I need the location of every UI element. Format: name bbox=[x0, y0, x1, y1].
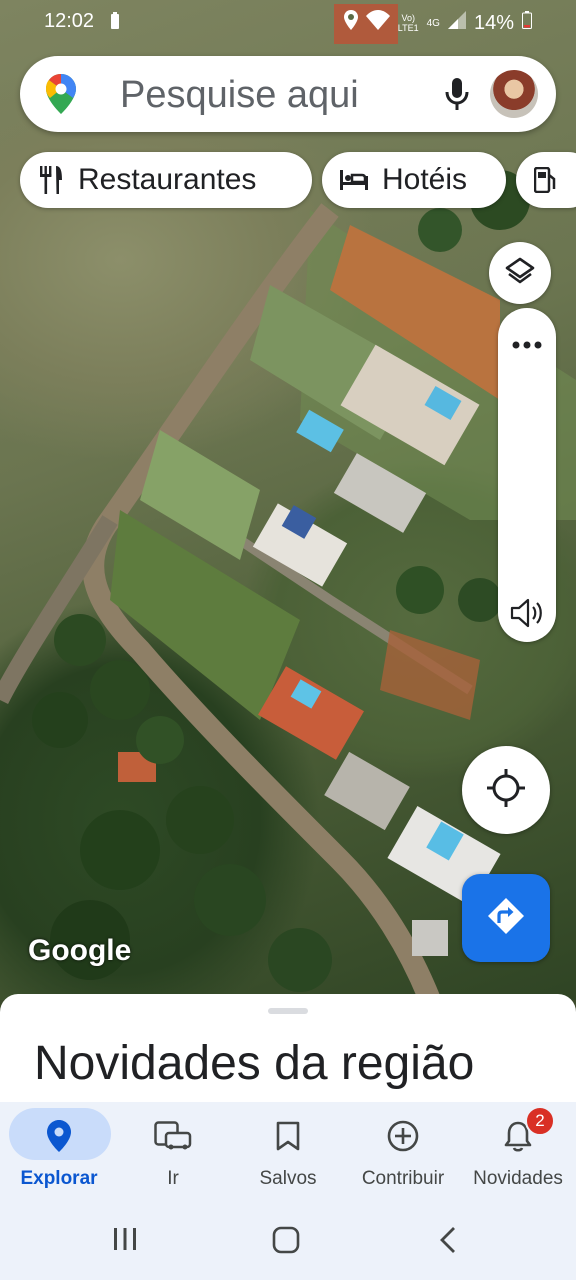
nav-contribute[interactable]: Contribuir bbox=[346, 1102, 460, 1208]
nav-go[interactable]: Ir bbox=[116, 1102, 230, 1208]
more-options-icon[interactable] bbox=[512, 324, 542, 356]
status-icons: Vo) LTE1 4G 14% bbox=[343, 10, 532, 36]
nav-label: Explorar bbox=[20, 1168, 98, 1189]
bookmark-icon bbox=[231, 1112, 345, 1160]
network-type: 4G bbox=[426, 17, 440, 29]
satellite-map[interactable] bbox=[0, 0, 576, 1000]
commute-icon bbox=[116, 1112, 230, 1160]
nav-explore[interactable]: Explorar bbox=[2, 1102, 116, 1208]
signal-icon bbox=[447, 11, 466, 35]
status-bar: 12:02 Vo) LTE1 4G 14% bbox=[0, 0, 576, 44]
hotel-icon bbox=[340, 170, 368, 190]
maps-logo-icon bbox=[46, 74, 76, 119]
bottom-navigation: Explorar Ir Salvos Contribuir 2 Novidade… bbox=[0, 1102, 576, 1208]
recent-apps-icon[interactable] bbox=[112, 1226, 138, 1257]
map-features bbox=[0, 4, 576, 1000]
layers-button[interactable] bbox=[489, 242, 551, 304]
bottom-sheet[interactable]: Novidades da região bbox=[0, 994, 576, 1104]
sheet-title: Novidades da região bbox=[34, 1037, 475, 1090]
chip-label: Hotéis bbox=[382, 163, 468, 196]
nav-saved[interactable]: Salvos bbox=[231, 1102, 345, 1208]
home-icon[interactable] bbox=[272, 1226, 300, 1259]
chip-restaurants[interactable]: Restaurantes bbox=[20, 152, 312, 208]
battery-percent: 14% bbox=[473, 11, 514, 34]
wifi-icon bbox=[365, 10, 390, 36]
search-bar[interactable]: Pesquise aqui bbox=[20, 56, 556, 132]
layers-icon bbox=[505, 256, 535, 291]
notification-badge: 2 bbox=[525, 1106, 555, 1136]
bell-icon bbox=[461, 1112, 575, 1160]
search-placeholder: Pesquise aqui bbox=[120, 74, 359, 116]
nav-label: Contribuir bbox=[361, 1168, 445, 1189]
volte-indicator: Vo) LTE1 bbox=[398, 13, 419, 33]
add-circle-icon bbox=[346, 1112, 460, 1160]
chip-label: Restaurantes bbox=[78, 163, 257, 196]
account-avatar[interactable] bbox=[490, 70, 538, 118]
nav-label: Salvos bbox=[259, 1168, 317, 1189]
lte-label: LTE1 bbox=[397, 23, 419, 33]
volte-label: Vo) bbox=[401, 13, 415, 23]
sheet-drag-handle[interactable] bbox=[268, 1008, 308, 1014]
chip-gas[interactable] bbox=[516, 152, 576, 208]
volume-icon[interactable] bbox=[510, 598, 544, 633]
system-navigation-bar bbox=[0, 1208, 576, 1280]
battery-icon bbox=[522, 11, 532, 35]
gas-station-icon bbox=[534, 167, 556, 193]
status-time: 12:02 bbox=[44, 10, 95, 32]
explore-pin-icon bbox=[2, 1112, 116, 1160]
nav-updates[interactable]: 2 Novidades bbox=[461, 1102, 575, 1208]
my-location-button[interactable] bbox=[462, 746, 550, 834]
back-icon[interactable] bbox=[438, 1226, 458, 1259]
directions-button[interactable] bbox=[462, 874, 550, 962]
nav-label: Ir bbox=[167, 1168, 179, 1189]
microphone-icon[interactable] bbox=[444, 78, 470, 117]
google-attribution: Google bbox=[28, 934, 132, 967]
location-icon bbox=[343, 10, 358, 36]
side-control-panel bbox=[498, 308, 556, 642]
chip-hotels[interactable]: Hotéis bbox=[322, 152, 506, 208]
crosshair-icon bbox=[487, 768, 525, 812]
restaurant-icon bbox=[38, 166, 64, 194]
battery-saver-icon bbox=[110, 12, 120, 36]
directions-icon bbox=[486, 896, 526, 941]
nav-label: Novidades bbox=[473, 1168, 563, 1189]
